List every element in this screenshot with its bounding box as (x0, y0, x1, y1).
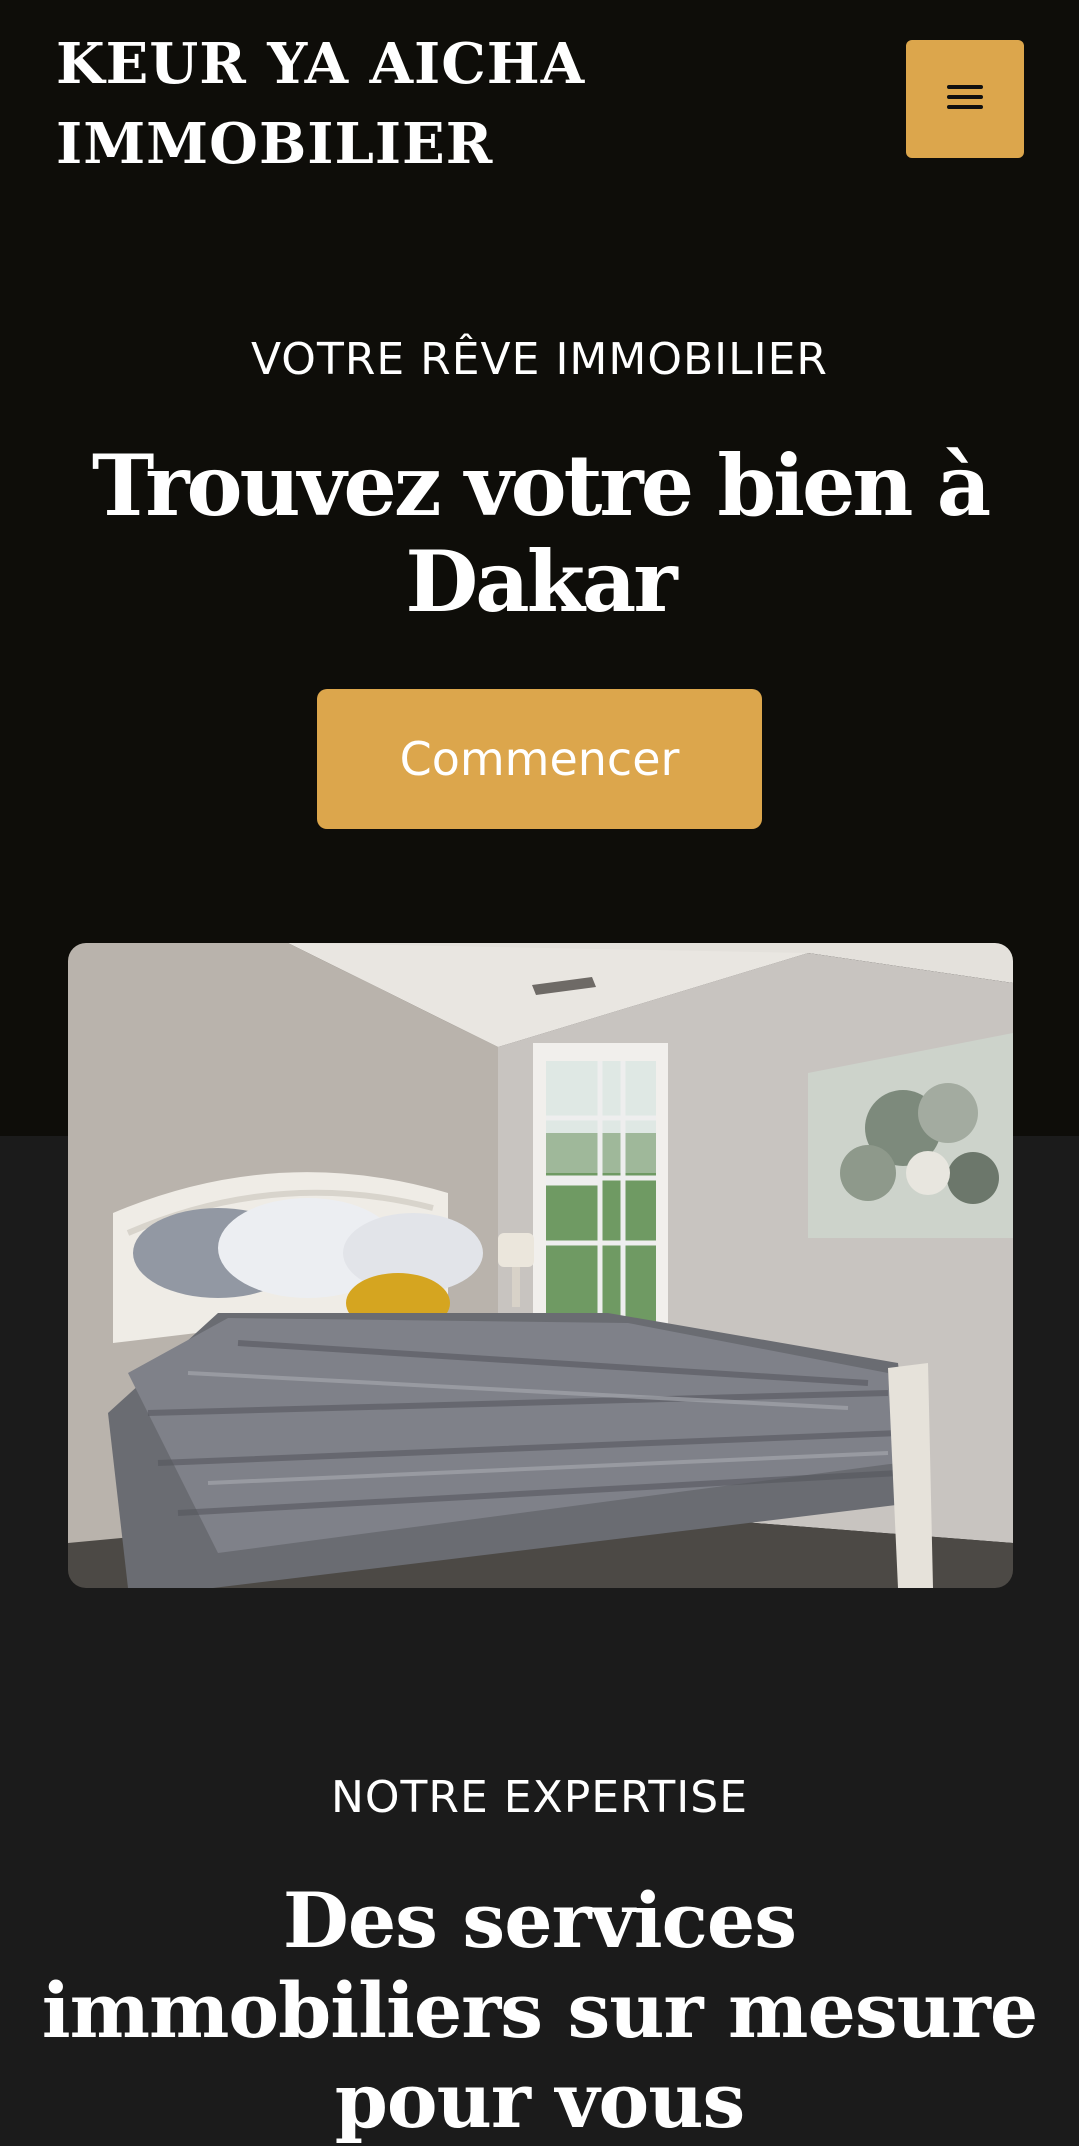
hero-title: Trouvez votre bien à Dakar (91, 436, 991, 631)
bedroom-photo (68, 943, 1013, 1588)
site-title[interactable]: KEUR YA AICHA IMMOBILIER (56, 24, 656, 184)
services-eyebrow: NOTRE EXPERTISE (330, 1772, 748, 1823)
menu-button[interactable] (906, 40, 1024, 158)
start-button[interactable]: Commencer (317, 689, 762, 829)
services-title: Des services immobiliers sur mesure pour… (41, 1876, 1039, 2145)
hero-eyebrow: VOTRE RÊVE IMMOBILIER (250, 334, 828, 385)
menu-icon (941, 73, 989, 125)
